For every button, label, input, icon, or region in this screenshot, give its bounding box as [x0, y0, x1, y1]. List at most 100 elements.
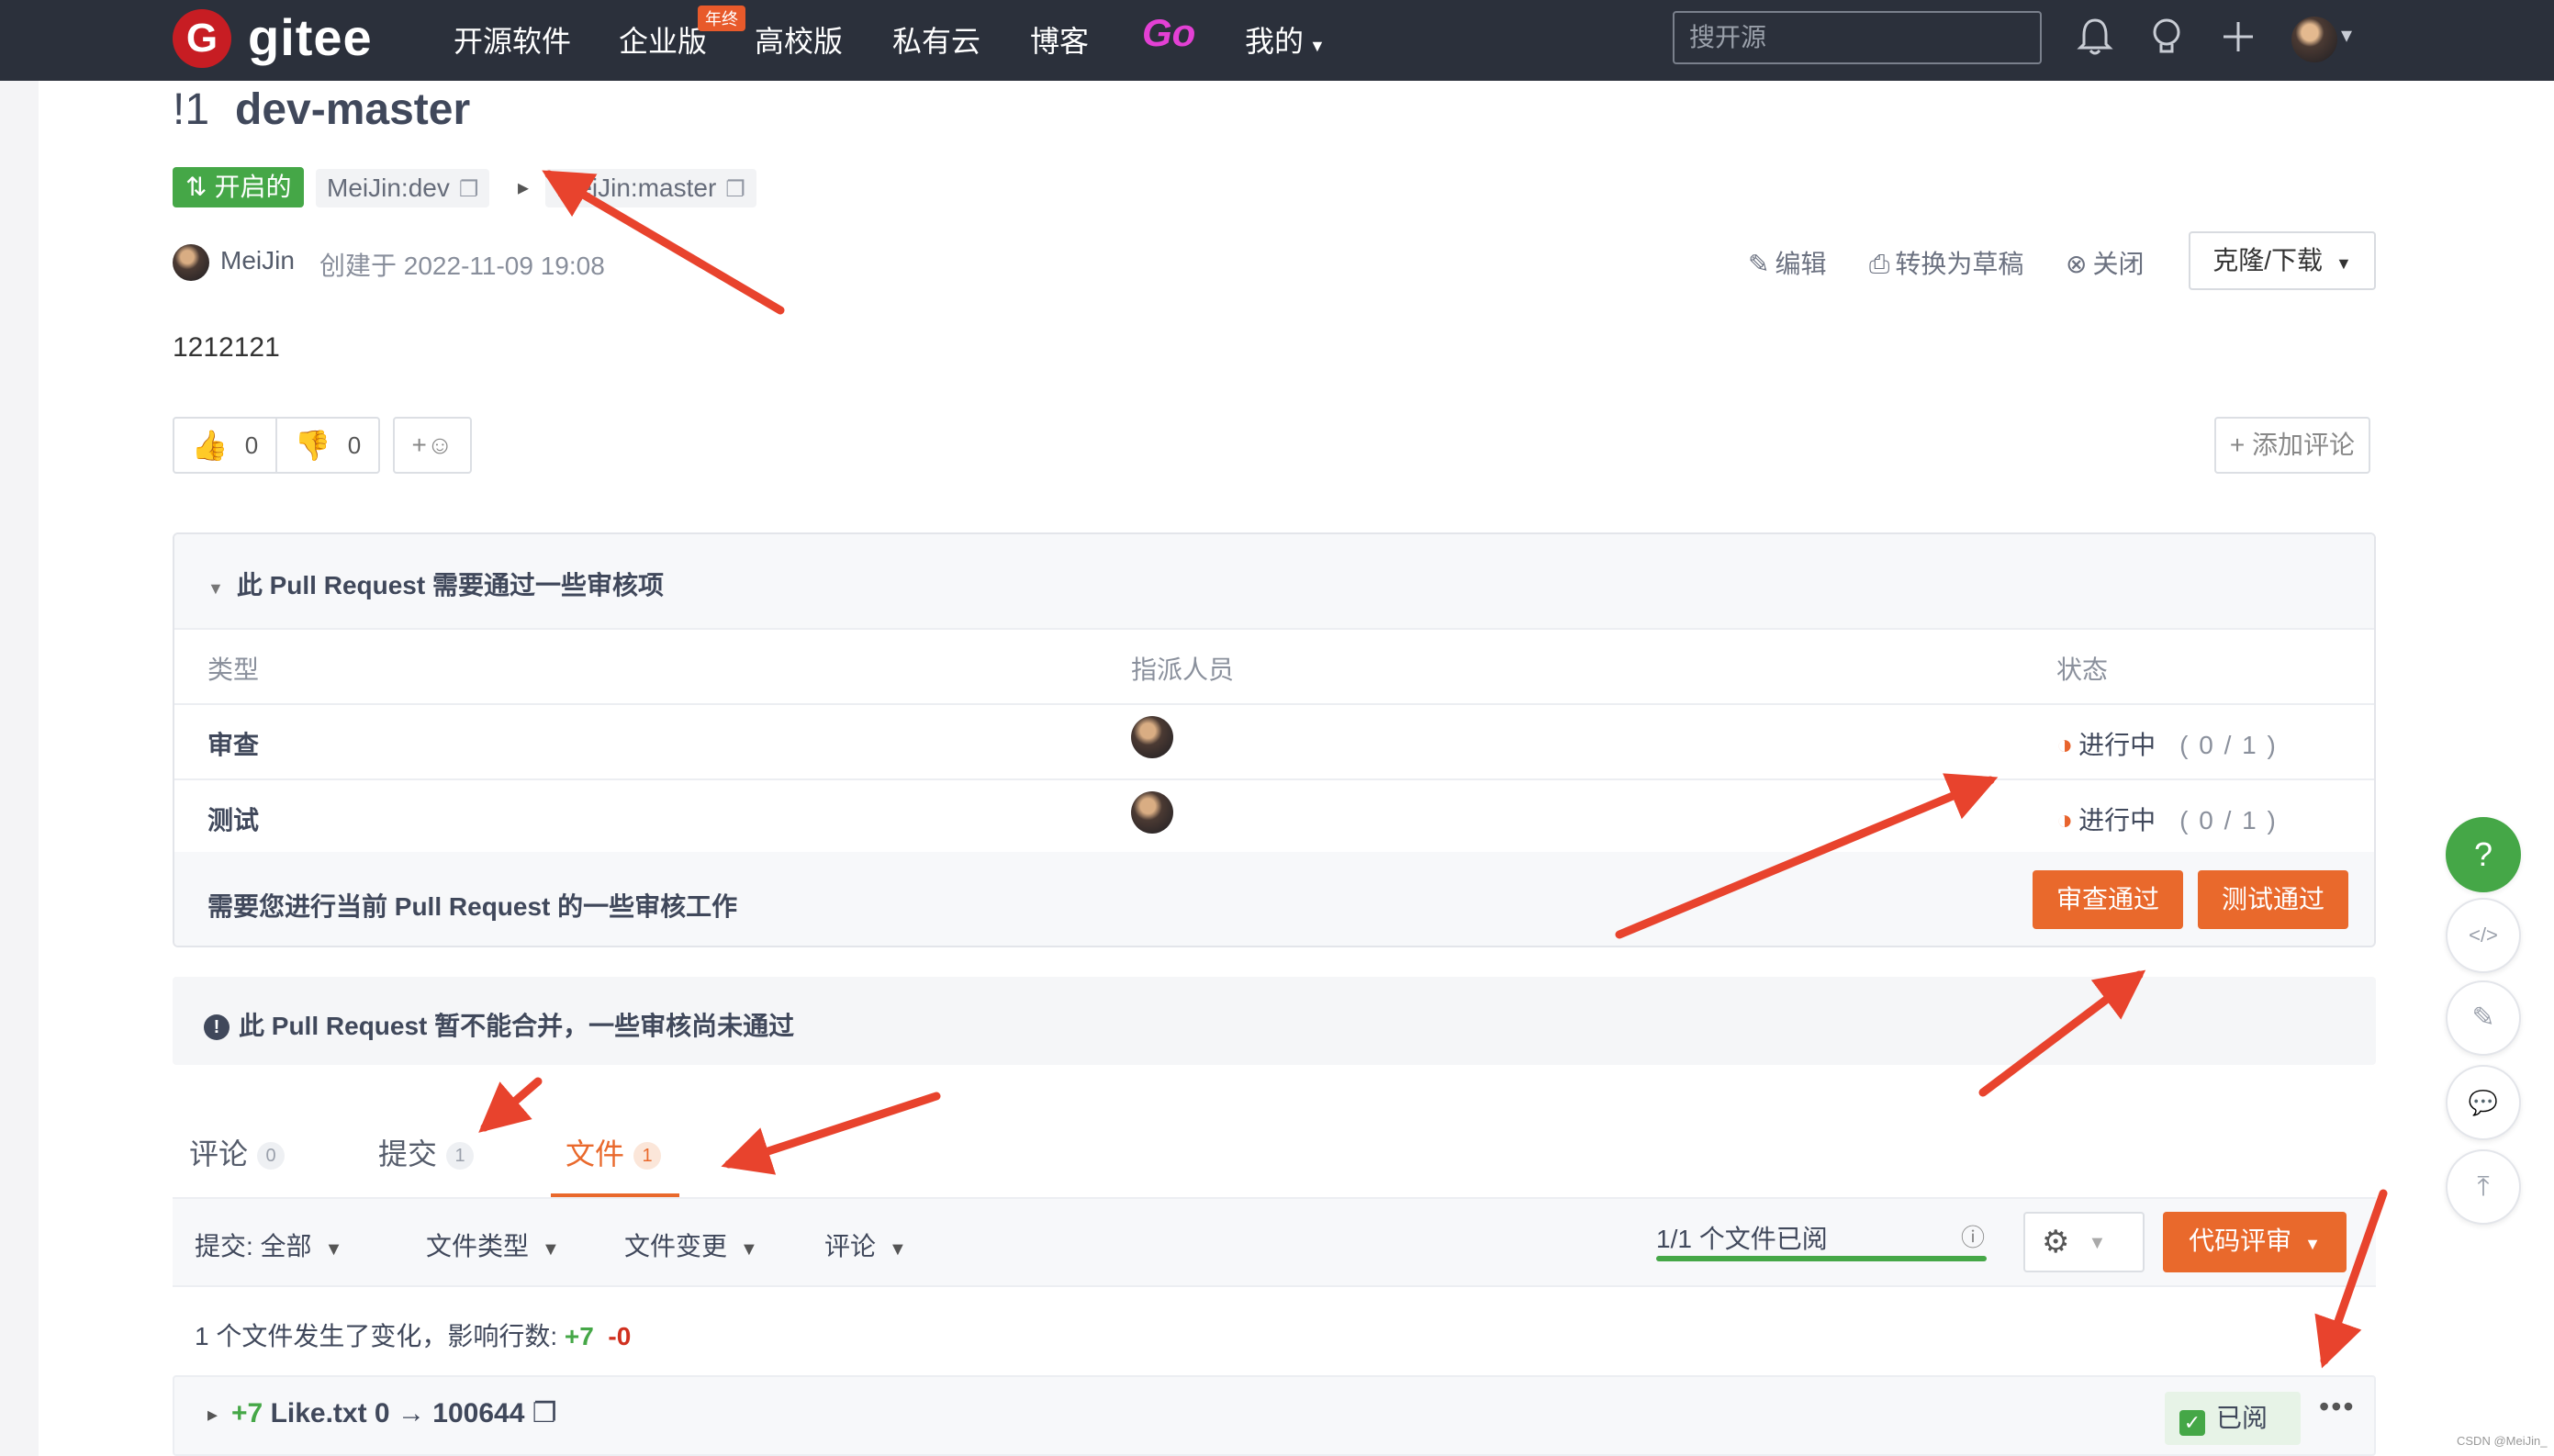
arrow-right-icon: ▸	[518, 175, 530, 200]
review-title-text: 此 Pull Request 需要通过一些审核项	[236, 571, 664, 599]
tab-files[interactable]: 文件 1	[566, 1131, 662, 1173]
add-comment-button[interactable]: + 添加评论	[2214, 417, 2370, 474]
change-summary-text: 1 个文件发生了变化，影响行数:	[195, 1322, 558, 1350]
tab-commits[interactable]: 提交 1	[378, 1131, 475, 1173]
diff-settings-button[interactable]: ⚙ ▼	[2023, 1212, 2145, 1272]
chevron-right-icon[interactable]: ▸	[207, 1403, 218, 1427]
approve-test-button[interactable]: 测试通过	[2198, 870, 2348, 929]
user-avatar[interactable]	[2291, 17, 2337, 62]
nav-link-private-cloud[interactable]: 私有云	[892, 18, 980, 61]
status-count: ( 0 / 1 )	[2179, 731, 2278, 759]
tab-comments[interactable]: 评论 0	[189, 1131, 286, 1173]
author-name[interactable]: MeiJin	[220, 246, 295, 275]
status-badge: ⇅ 开启的	[173, 167, 305, 207]
nav-link-blog[interactable]: 博客	[1030, 18, 1089, 61]
thumbs-down-count: 0	[347, 431, 362, 459]
test-type-cell: 测试	[207, 806, 260, 834]
commit-filter[interactable]: 提交: 全部 ▼	[195, 1226, 342, 1263]
help-icon[interactable]: ?	[2446, 817, 2521, 892]
checkbox-checked-icon: ✓	[2179, 1410, 2205, 1436]
tab-label: 评论	[189, 1137, 249, 1170]
gitee-logo-icon[interactable]: G	[173, 9, 231, 68]
search-input[interactable]	[1673, 11, 2042, 64]
additions-count: +7	[564, 1322, 594, 1350]
viewed-toggle[interactable]: ✓ 已阅	[2165, 1392, 2301, 1445]
copy-icon[interactable]: ❐	[532, 1398, 557, 1428]
tab-label: 文件	[566, 1137, 625, 1170]
divider	[174, 703, 2374, 705]
chevron-down-icon: ▼	[1309, 37, 1326, 55]
close-icon: ⊗	[2066, 250, 2088, 278]
gitee-logo-text[interactable]: gitee	[248, 7, 373, 67]
status-count: ( 0 / 1 )	[2179, 806, 2278, 834]
commit-filter-label: 提交: 全部	[195, 1232, 312, 1260]
comment-filter[interactable]: 评论 ▼	[824, 1226, 907, 1263]
review-status: ◑ 进行中 ( 0 / 1 )	[2056, 725, 2278, 762]
add-emoji-button[interactable]: +☺	[393, 417, 472, 474]
file-additions: +7	[231, 1398, 263, 1428]
source-branch-label: MeiJin:dev	[327, 174, 450, 202]
draft-icon: ⎙	[1869, 250, 1890, 278]
edit-icon: ✎	[1748, 250, 1770, 278]
edit-note-icon[interactable]: ✎	[2446, 980, 2521, 1056]
pull-request-icon: ⇅	[185, 173, 207, 201]
chevron-down-icon: ▼	[889, 1239, 907, 1260]
review-panel: ▼ 此 Pull Request 需要通过一些审核项 类型 指派人员 状态 审查 …	[173, 532, 2376, 947]
copy-icon[interactable]: ❐	[459, 177, 479, 202]
lightbulb-icon[interactable]	[2146, 17, 2187, 61]
assignee-avatar[interactable]	[1131, 716, 1173, 758]
nav-link-education[interactable]: 高校版	[755, 18, 843, 61]
chevron-down-icon[interactable]: ▾	[2341, 22, 2352, 49]
back-to-top-icon[interactable]: ⤒	[2446, 1149, 2521, 1225]
file-change-filter[interactable]: 文件变更 ▼	[624, 1226, 758, 1263]
column-header-status: 状态	[2056, 655, 2109, 684]
review-note: 需要您进行当前 Pull Request 的一些审核工作	[207, 892, 738, 921]
edit-button[interactable]: ✎ 编辑	[1748, 244, 1826, 281]
code-review-button[interactable]: 代码评审 ▼	[2163, 1212, 2347, 1272]
plus-icon[interactable]	[2218, 17, 2258, 61]
merge-warning: ! 此 Pull Request 暂不能合并，一些审核尚未通过	[173, 977, 2376, 1065]
nav-link-go[interactable]: Go	[1142, 11, 1195, 55]
convert-draft-button[interactable]: ⎙ 转换为草稿	[1869, 244, 2023, 281]
deletions-count: -0	[608, 1322, 632, 1350]
in-progress-icon: ◑	[2056, 805, 2074, 835]
author-avatar[interactable]	[173, 244, 209, 281]
viewed-progress-fill	[1656, 1256, 1987, 1261]
clone-download-button[interactable]: 克隆/下载 ▼	[2189, 231, 2376, 290]
approve-review-button[interactable]: 审查通过	[2033, 870, 2183, 929]
more-options-icon[interactable]: •••	[2319, 1390, 2356, 1424]
thumbs-down-button[interactable]: 👎 0	[275, 419, 378, 472]
comment-icon[interactable]: 💬	[2446, 1065, 2521, 1140]
status-text: 进行中	[2078, 731, 2156, 759]
divider	[174, 778, 2374, 780]
review-panel-footer: 需要您进行当前 Pull Request 的一些审核工作 审查通过 测试通过	[174, 852, 2374, 946]
review-type-cell: 审查	[207, 731, 260, 759]
bell-icon[interactable]	[2075, 17, 2115, 61]
merge-warning-label: 此 Pull Request 暂不能合并，一些审核尚未通过	[239, 1012, 795, 1040]
pr-description: 1212121	[173, 332, 280, 363]
pr-number: !1	[173, 85, 210, 134]
copy-icon[interactable]: ❐	[725, 177, 745, 202]
tab-label: 提交	[378, 1137, 438, 1170]
status-label: 开启的	[214, 173, 292, 201]
file-type-filter[interactable]: 文件类型 ▼	[426, 1226, 560, 1263]
assignee-avatar[interactable]	[1131, 791, 1173, 834]
close-pr-button[interactable]: ⊗ 关闭	[2066, 244, 2144, 281]
nav-link-enterprise[interactable]: 企业版	[619, 18, 707, 61]
info-icon[interactable]: ⓘ	[1961, 1219, 1985, 1253]
chevron-down-icon: ▼	[324, 1239, 343, 1260]
target-branch[interactable]: MeiJin:master ❐	[545, 169, 756, 207]
file-diff-header[interactable]: ▸ +7 Like.txt 0 → 100644 ❐ ✓ 已阅 •••	[173, 1375, 2376, 1456]
annotation-arrow	[478, 1077, 543, 1133]
viewed-files-count: 1/1 个文件已阅	[1656, 1225, 1828, 1253]
code-icon[interactable]: </>	[2446, 898, 2521, 973]
code-review-label: 代码评审	[2189, 1226, 2292, 1255]
nav-link-opensource[interactable]: 开源软件	[454, 18, 571, 61]
file-name[interactable]: +7 Like.txt 0 → 100644 ❐	[231, 1397, 557, 1429]
nav-my-menu[interactable]: 我的 ▼	[1245, 18, 1326, 61]
source-branch[interactable]: MeiJin:dev ❐	[316, 169, 490, 207]
thumbs-up-button[interactable]: 👍 0	[174, 419, 275, 472]
file-type-label: 文件类型	[426, 1232, 530, 1260]
chevron-down-icon: ▼	[542, 1239, 560, 1260]
review-panel-header[interactable]: ▼ 此 Pull Request 需要通过一些审核项	[174, 534, 2374, 630]
